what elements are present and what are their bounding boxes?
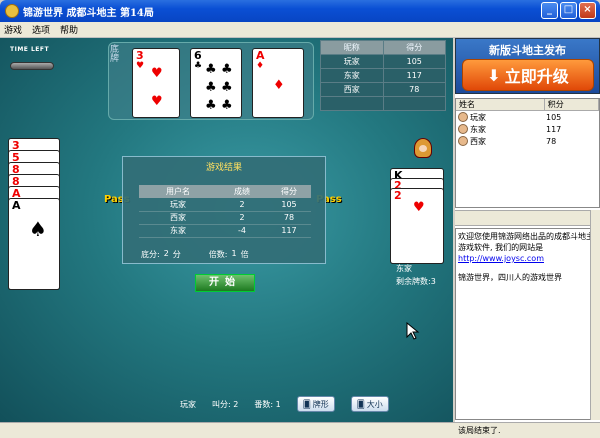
window-title: 锦游世界 成都斗地主 第14局	[23, 7, 154, 19]
player-row[interactable]: 玩家 105	[456, 111, 599, 123]
east-card: 2 ♥	[390, 188, 444, 264]
player-row[interactable]: 东家 117	[456, 123, 599, 135]
west-card: A ♠	[8, 198, 60, 290]
maximize-button[interactable]: □	[560, 2, 577, 19]
result-title: 游戏结果	[205, 163, 242, 173]
east-player-name: 东家	[396, 264, 412, 273]
result-dialog: 游戏结果 用户名 成绩 得分 玩家 2 105 西家 2 78 东家 -4 117 底分: …	[122, 156, 326, 264]
player-list-header: 姓名 积分	[456, 99, 599, 111]
size-button[interactable]: 🂠 大小	[350, 396, 389, 412]
status-text: 该局结束了.	[458, 426, 501, 435]
result-footer: 底分: 2 分 倍数: 1 倍	[141, 249, 249, 259]
minimize-button[interactable]: _	[541, 2, 558, 19]
player-row[interactable]: 西家 78	[456, 135, 599, 147]
app-icon	[5, 4, 19, 18]
result-table: 用户名 成绩 得分 玩家 2 105 西家 2 78 东家 -4 117	[139, 185, 311, 238]
chat-scrollbar[interactable]	[590, 210, 600, 420]
bottom-card-3: A ♦ ♦	[252, 48, 304, 118]
close-button[interactable]: ×	[579, 2, 596, 19]
menu-bar: 游戏 选项 帮助	[0, 22, 600, 38]
time-left-label: TIME LEFT	[10, 46, 50, 53]
card-type-button[interactable]: 🂠 牌形	[296, 396, 335, 412]
upgrade-ad[interactable]: 新版斗地主发布 ⬇ 立即升级	[455, 38, 600, 94]
ad-title: 新版斗地主发布	[489, 44, 566, 57]
status-player: 玩家	[180, 399, 196, 409]
download-arrow-icon: ⬇	[487, 65, 501, 85]
timer-bar	[10, 62, 54, 70]
bottom-card-2: 6 ♣ ♣ ♣ ♣ ♣ ♣ ♣	[190, 48, 242, 118]
menu-options[interactable]: 选项	[32, 23, 50, 36]
player-list: 姓名 积分 玩家 105 东家 117 西家 78	[455, 98, 600, 208]
bottom-cards-label: 底牌	[108, 44, 124, 62]
game-table: TIME LEFT 底牌 3 ♥ ♥ ♥ 6 ♣ ♣ ♣ ♣ ♣ ♣ ♣ A ♦…	[0, 38, 453, 422]
east-avatar	[414, 138, 432, 158]
website-link[interactable]: http://www.joysc.com	[458, 254, 544, 263]
game-status-bar: 玩家 叫分: 2 番数: 1 🂠 牌形 🂠 大小	[180, 396, 389, 412]
menu-game[interactable]: 游戏	[4, 23, 22, 36]
score-table: 昵称 得分 玩家 105 东家 117 西家 78	[320, 40, 446, 111]
panel-divider	[455, 210, 600, 226]
avatar-icon	[458, 136, 468, 146]
chat-log: 欢迎您使用锦游网络出品的成都斗地主游戏软件, 我们的网站是 http://www…	[455, 228, 600, 420]
east-player-info: 东家 剩余牌数:3	[396, 264, 436, 286]
title-bar: 锦游世界 成都斗地主 第14局 _ □ ×	[0, 0, 600, 22]
bottom-card-1: 3 ♥ ♥ ♥	[132, 48, 180, 118]
status-bar: 该局结束了.	[0, 422, 600, 438]
side-panel: 新版斗地主发布 ⬇ 立即升级 姓名 积分 玩家 105 东家 117 西家 78…	[455, 38, 600, 422]
card-icon: 🂠	[356, 399, 365, 409]
menu-help[interactable]: 帮助	[60, 23, 78, 36]
upgrade-button[interactable]: ⬇ 立即升级	[462, 59, 594, 91]
card-icon: 🂠	[302, 399, 311, 409]
avatar-icon	[458, 124, 468, 134]
avatar-icon	[458, 112, 468, 122]
start-button[interactable]: 开始	[195, 274, 255, 292]
